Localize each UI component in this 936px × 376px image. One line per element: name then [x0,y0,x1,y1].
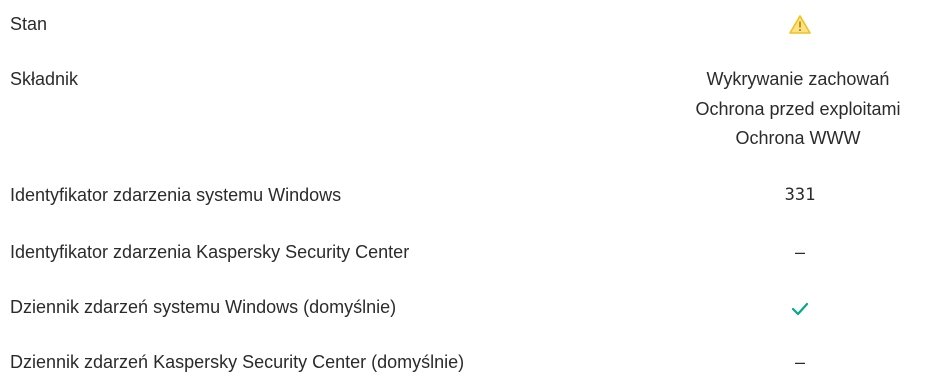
row-label-windows-event-log: Dziennik zdarzeń systemu Windows (domyśl… [10,297,397,317]
row-label-component: Składnik [10,69,79,89]
warning-icon [789,15,811,34]
component-value-3: Ochrona WWW [735,128,861,148]
checkmark-icon [791,302,809,316]
row-label-ksc-event-log: Dziennik zdarzeń Kaspersky Security Cent… [10,352,465,372]
row-label-status: Stan [10,14,48,34]
row-label-ksc-event-id: Identyfikator zdarzenia Kaspersky Securi… [10,242,410,262]
ksc-event-id-value: – [794,242,805,262]
component-value-2: Ochrona przed exploitami [695,99,901,119]
row-label-windows-event-id: Identyfikator zdarzenia systemu Windows [10,185,342,205]
windows-event-id-value: 331 [784,185,816,205]
component-value-1: Wykrywanie zachowań [706,69,890,89]
ksc-event-log-value: – [794,352,805,372]
event-details-table: Stan Składnik Wykrywanie zachowań Ochron… [0,0,936,376]
